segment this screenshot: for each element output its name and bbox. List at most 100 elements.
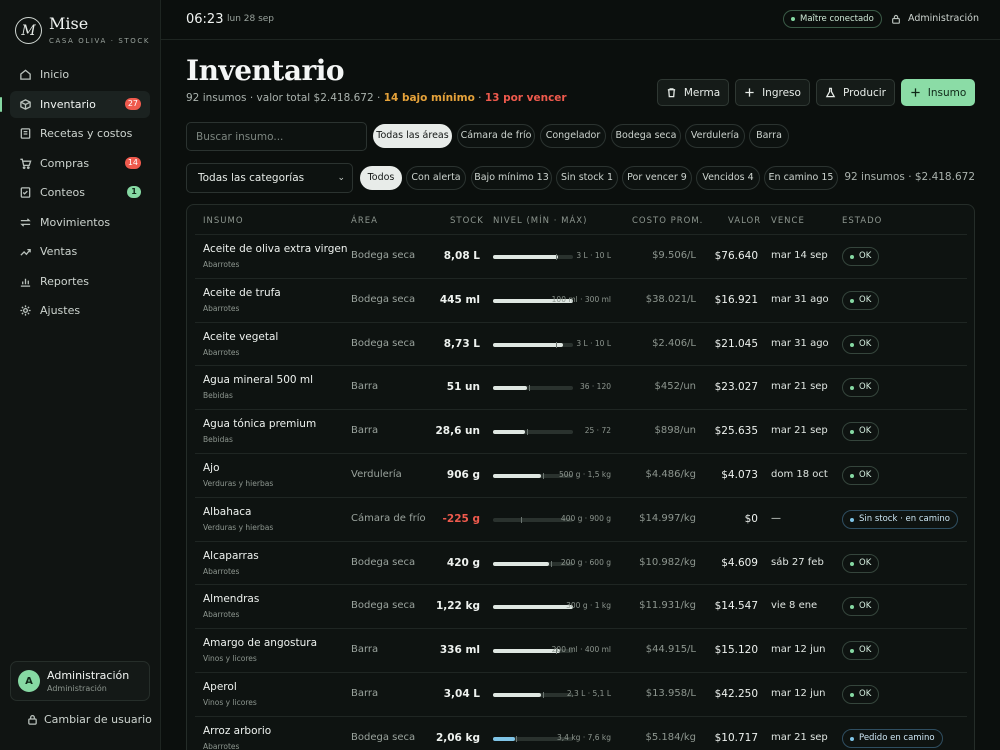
expiring-count: 13 por vencer [484, 92, 567, 104]
sidebar-item-reportes[interactable]: Reportes [10, 268, 150, 295]
sidebar-item-ajustes[interactable]: Ajustes [10, 297, 150, 324]
sidebar-item-inventario[interactable]: Inventario 27 [0, 90, 150, 118]
sales-icon [18, 245, 32, 259]
item-category: Verduras y hierbas [203, 522, 274, 532]
search-input[interactable] [186, 122, 367, 151]
ingreso-label: Ingreso [762, 86, 801, 99]
area-filter-congelador[interactable]: Congelador [540, 124, 606, 148]
stock-level-bar [493, 605, 573, 610]
state-filter-por-vencer[interactable]: Por vencer 9 [622, 166, 692, 190]
producir-button[interactable]: Producir [816, 79, 895, 106]
table-row[interactable]: Ajo Verduras y hierbas Verdulería 906 g 500 … [195, 453, 967, 497]
table-row[interactable]: Amargo de angostura Vinos y licores Barra 3… [195, 628, 967, 672]
item-cost: $14.997/kg [639, 512, 696, 524]
status-badge: OK [842, 422, 880, 442]
item-range: 3 L · 10 L [576, 338, 611, 348]
item-value: $4.609 [721, 556, 758, 569]
sidebar-item-label: Inicio [40, 68, 70, 81]
column-header[interactable]: COSTO PROM. [632, 216, 703, 226]
item-stock: 420 g [446, 556, 480, 569]
item-value: $25.635 [714, 425, 758, 438]
item-due-date: mar 21 sep [771, 731, 828, 743]
item-category: Abarrotes [203, 260, 240, 269]
item-stock: 8,73 L [443, 337, 480, 350]
sidebar-item-conteos[interactable]: Conteos 1 [10, 179, 150, 206]
item-stock: 28,6 un [435, 425, 480, 438]
user-card[interactable]: A Administración Administración [10, 661, 150, 701]
state-filter-vencidos[interactable]: Vencidos 4 [696, 166, 760, 190]
table-row[interactable]: Agua mineral 500 ml Bebidas Barra 51 un 36 ·… [195, 365, 967, 409]
brand[interactable]: M Mise CASA OLIVA · STOCK [15, 16, 150, 45]
ingreso-button[interactable]: Ingreso [735, 79, 810, 106]
area-filter-todas[interactable]: Todas las áreas [373, 124, 452, 148]
sidebar-item-movimientos[interactable]: Movimientos [10, 209, 150, 236]
switch-user-label: Cambiar de usuario [44, 713, 152, 726]
sidebar-item-compras[interactable]: Compras 14 [10, 150, 150, 177]
table-row[interactable]: Aceite vegetal Abarrotes Bodega seca 8,73 L… [195, 321, 967, 366]
table-row[interactable]: Aperol Vinos y licores Barra 3,04 L 2,3 L · … [195, 672, 967, 716]
area-filter-barra[interactable]: Barra [749, 124, 789, 148]
user-role: Administración [47, 684, 107, 693]
item-name: Aceite vegetal [203, 330, 279, 343]
merma-button[interactable]: Merma [657, 79, 729, 106]
area-filter-camara[interactable]: Cámara de frío [457, 124, 535, 148]
state-filter-bajo[interactable]: Bajo mínimo 13 [471, 166, 552, 190]
column-header[interactable]: VENCE [771, 216, 805, 226]
item-name: Aceite de trufa [203, 286, 281, 299]
item-category: Bebidas [203, 391, 233, 401]
column-header[interactable]: ÁREA [351, 216, 378, 226]
status-badge: OK [842, 597, 880, 617]
stock-level-bar [493, 385, 573, 392]
item-range: 300 g · 1 kg [566, 601, 611, 611]
column-header[interactable]: INSUMO [203, 216, 244, 226]
item-value: $42.250 [714, 688, 758, 700]
item-area: Barra [351, 425, 379, 437]
table-row[interactable]: Almendras Abarrotes Bodega seca 1,22 kg 300 … [195, 584, 967, 628]
item-due-date: mar 12 jun [771, 644, 826, 656]
state-filter-alerta[interactable]: Con alerta [406, 166, 466, 190]
item-range: 100 ml · 300 ml [551, 294, 611, 304]
table-row[interactable]: Aceite de oliva extra virgen Abarrotes Bod… [195, 234, 967, 278]
status-badge: OK [842, 290, 880, 310]
status-badge: OK [842, 641, 880, 661]
state-filter-sin-stock[interactable]: Sin stock 1 [556, 166, 618, 190]
chart-icon [18, 274, 32, 288]
table-row[interactable]: Arroz arborio Abarrotes Bodega seca 2,06 kg… [195, 715, 967, 750]
stock-min-marker [516, 735, 518, 742]
chevron-down-icon: ⌄ [337, 173, 345, 183]
table-row[interactable]: Agua tónica premium Bebidas Barra 28,6 un 25… [195, 409, 967, 453]
sidebar-item-ventas[interactable]: Ventas [10, 238, 150, 265]
status-badge: Pedido en camino [842, 728, 943, 748]
item-cost: $898/un [654, 425, 697, 437]
item-name: Agua tónica premium [203, 418, 317, 431]
add-insumo-button[interactable]: Insumo [901, 79, 975, 106]
column-header[interactable]: NIVEL (MÍN · MÁX) [493, 216, 587, 226]
area-filter-verduleria[interactable]: Verdulería [685, 124, 745, 148]
column-header[interactable]: ESTADO [842, 216, 882, 226]
area-filter-bodega[interactable]: Bodega seca [611, 124, 681, 148]
state-filter-en-camino[interactable]: En camino 15 [764, 166, 838, 190]
category-select[interactable]: Todas las categorías ⌄ [186, 163, 353, 193]
table-row[interactable]: Aceite de trufa Abarrotes Bodega seca 445 m… [195, 277, 967, 322]
item-category: Abarrotes [203, 610, 240, 620]
sidebar-item-recetas[interactable]: Recetas y costos [10, 120, 150, 147]
table-row[interactable]: Albahaca Verduras y hierbas Cámara de frío… [195, 496, 967, 541]
item-cost: $44.915/L [645, 644, 696, 656]
admin-menu[interactable]: Administración [891, 13, 979, 24]
state-filter-todos[interactable]: Todos [360, 166, 402, 190]
sidebar-item-label: Compras [40, 156, 90, 170]
purchases-badge: 14 [124, 156, 141, 169]
flask-icon [825, 87, 836, 98]
sidebar-item-label: Ventas [40, 245, 78, 258]
switch-user-button[interactable]: Cambiar de usuario [27, 713, 152, 726]
item-cost: $452/un [654, 381, 697, 393]
sidebar-item-label: Reportes [40, 274, 89, 288]
table-row[interactable]: Alcaparras Abarrotes Bodega seca 420 g 200 g… [195, 540, 967, 585]
sidebar-item-inicio[interactable]: Inicio [10, 61, 150, 88]
item-cost: $11.931/kg [639, 600, 696, 612]
column-header[interactable]: VALOR [728, 216, 761, 226]
stock-min-marker [556, 341, 558, 348]
stock-level-fill [493, 605, 573, 610]
column-header[interactable]: STOCK [450, 216, 484, 226]
item-category: Bebidas [203, 435, 233, 445]
